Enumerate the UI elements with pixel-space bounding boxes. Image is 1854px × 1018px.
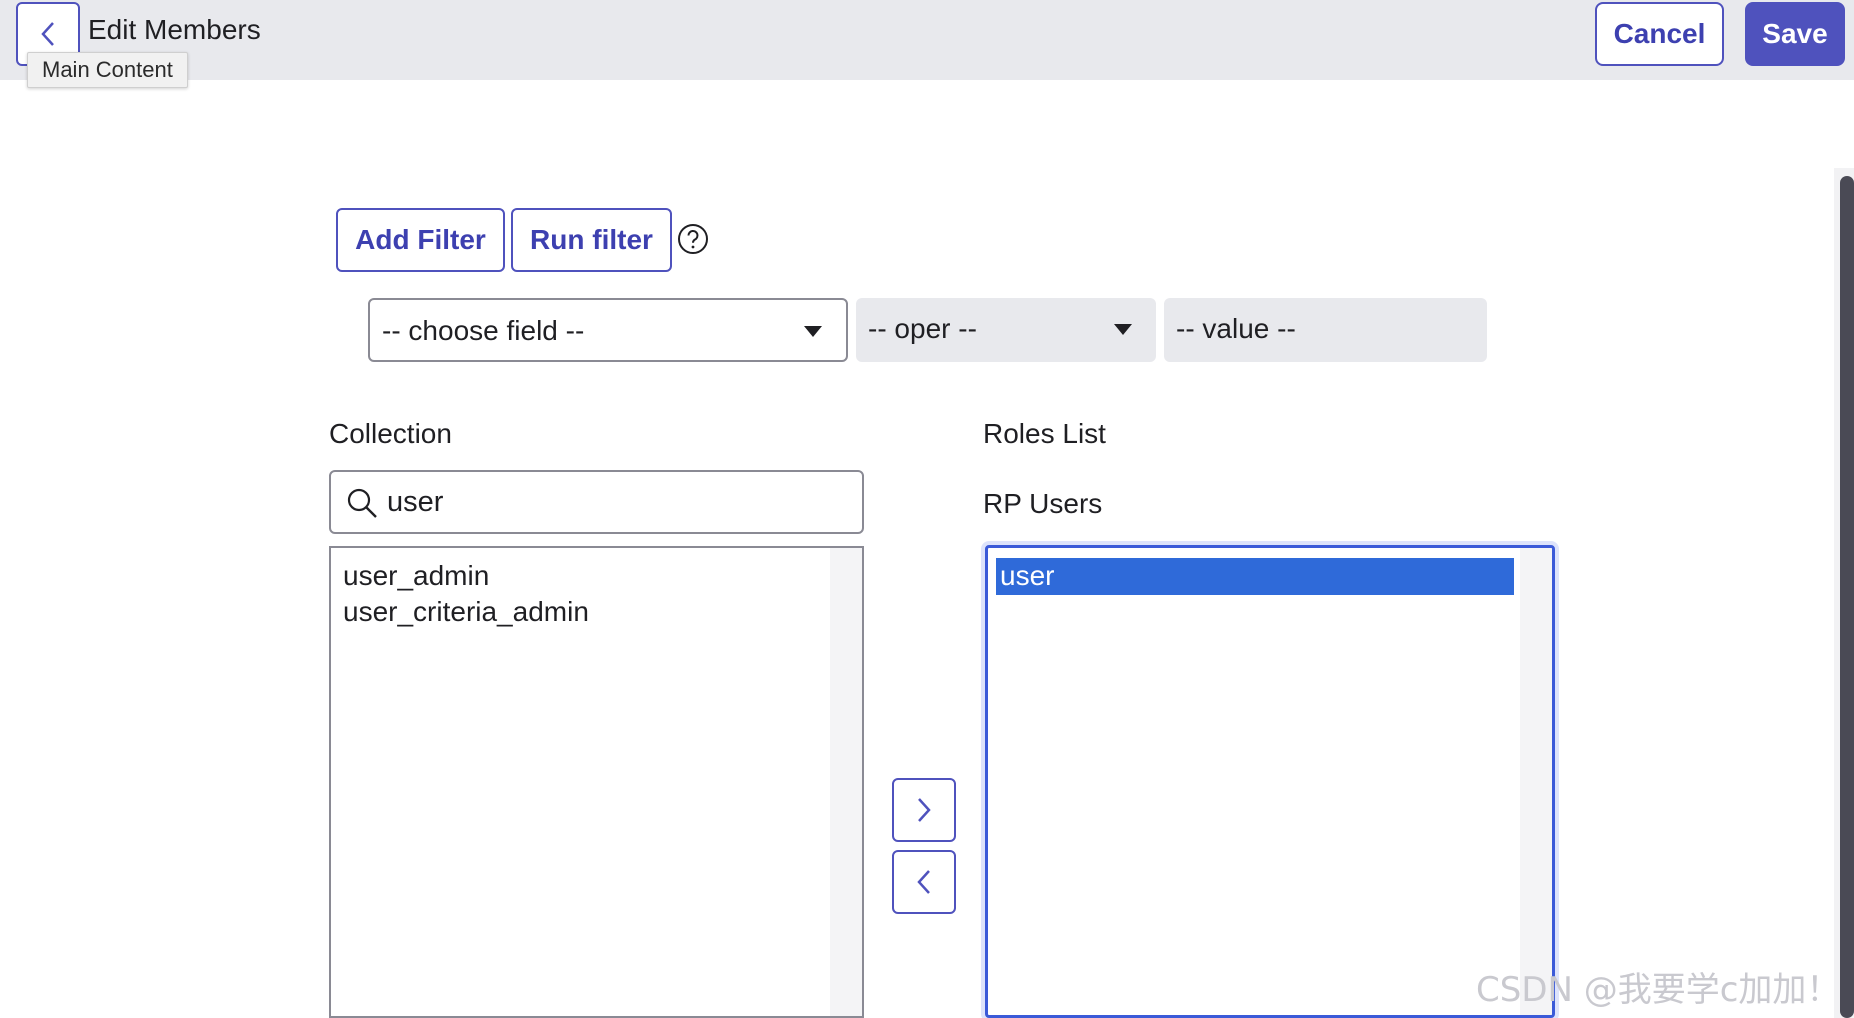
choose-field-select[interactable]: -- choose field -- [368,298,848,362]
add-to-roles-button[interactable] [892,778,956,842]
page-scrollbar-thumb[interactable] [1840,176,1854,1018]
rp-users-label: RP Users [983,488,1103,519]
collection-search-input[interactable]: user [329,470,864,534]
collection-search-value: user [387,486,444,518]
collection-label: Collection [329,418,452,449]
collection-list-scrollbar[interactable] [830,548,862,1016]
choose-field-value: -- choose field -- [382,315,585,346]
roles-list-item-selected[interactable]: user [996,558,1514,595]
roles-list-scrollbar[interactable] [1520,548,1552,1015]
operator-select[interactable]: -- oper -- [856,298,1156,362]
value-field[interactable]: -- value -- [1164,298,1487,362]
roles-list-label: Roles List [983,418,1106,449]
help-circle-icon[interactable] [676,222,710,256]
main-content-tooltip: Main Content [27,52,188,88]
page-title: Edit Members [88,14,261,45]
roles-listbox[interactable]: user [985,545,1555,1018]
chevron-right-icon [918,798,931,822]
run-filter-button[interactable]: Run filter [511,208,672,272]
caret-down-icon [1114,324,1132,335]
collection-list-item[interactable]: user_admin [343,560,489,592]
caret-down-icon [804,326,822,337]
search-icon [347,488,377,518]
remove-from-roles-button[interactable] [892,850,956,914]
value-placeholder: -- value -- [1176,313,1296,344]
header-bar: Edit Members Cancel Save [0,0,1854,80]
collection-list-item[interactable]: user_criteria_admin [343,596,589,628]
add-filter-button[interactable]: Add Filter [336,208,505,272]
chevron-left-icon [917,870,930,894]
watermark-text: CSDN @我要学c加加！ [1476,970,1841,1010]
save-button[interactable]: Save [1745,2,1845,66]
back-chevron-icon [41,22,54,46]
operator-value: -- oper -- [868,313,977,344]
cancel-button[interactable]: Cancel [1595,2,1724,66]
collection-listbox[interactable]: user_admin user_criteria_admin [329,546,864,1018]
